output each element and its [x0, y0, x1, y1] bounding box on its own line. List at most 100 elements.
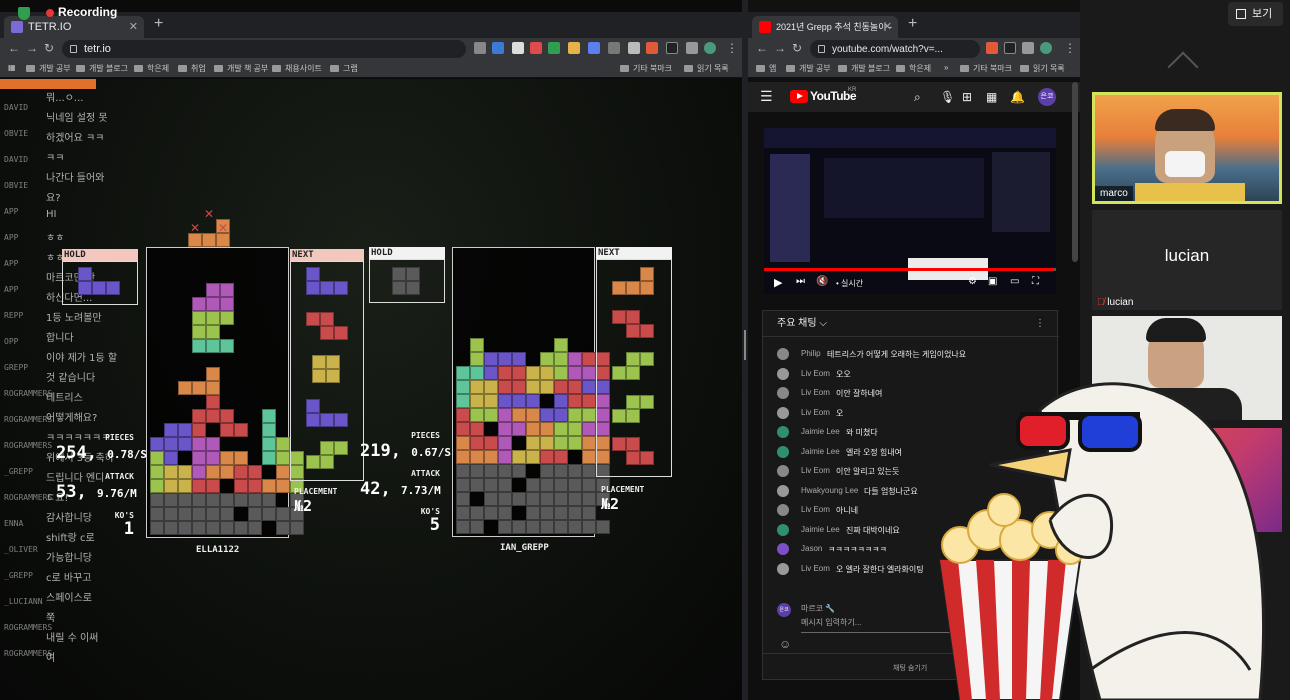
bookmark-folder[interactable]: 개발 공부 — [26, 63, 71, 74]
puzzle-icon[interactable] — [686, 42, 698, 54]
close-tab-icon[interactable]: ✕ — [883, 16, 892, 38]
bookmark-folder[interactable]: 기타 북마크 — [960, 63, 1012, 74]
scroll-up-chevron-icon[interactable] — [1167, 51, 1199, 83]
extension-icon[interactable] — [646, 42, 658, 54]
chat-avatar[interactable] — [777, 445, 789, 458]
extension-icon[interactable] — [986, 42, 998, 54]
chat-avatar[interactable] — [777, 504, 789, 516]
puzzle-icon[interactable] — [1022, 42, 1034, 54]
search-icon[interactable]: ⌕ — [914, 90, 921, 105]
new-tab-icon[interactable]: + — [908, 15, 917, 33]
chat-author[interactable]: Jason — [801, 544, 822, 553]
chat-author[interactable]: Liv Eom — [801, 505, 830, 514]
emoji-icon[interactable]: ☺ — [779, 637, 791, 651]
extension-icon[interactable] — [492, 42, 504, 54]
notifications-bell-icon[interactable]: 🔔 — [1010, 90, 1025, 104]
extension-icon[interactable] — [588, 42, 600, 54]
account-avatar[interactable]: 은코 — [1038, 88, 1056, 106]
scrollbar[interactable] — [1072, 82, 1078, 262]
chat-avatar[interactable] — [777, 562, 789, 575]
video-player[interactable]: ▶ ⏭ 🔇 • 실시간 ⚙ ▣ ▭ ⛶ — [764, 128, 1056, 294]
chat-avatar[interactable] — [777, 387, 789, 399]
chat-author[interactable]: Liv Eom — [801, 564, 830, 573]
chat-avatar[interactable] — [777, 465, 789, 477]
tab-youtube[interactable]: 2021년 Grepp 추석 친동놀이 - You ✕ — [752, 16, 898, 54]
extension-icon[interactable] — [474, 42, 486, 54]
participant-tile-lucian[interactable]: lucian 🎙̸ lucian — [1092, 210, 1282, 310]
bookmark-folder[interactable]: 채용사이트 — [272, 63, 322, 74]
extension-icon[interactable] — [666, 42, 678, 54]
forward-icon[interactable]: → — [774, 41, 786, 55]
reading-list[interactable]: 읽기 목록 — [684, 63, 729, 74]
settings-gear-icon[interactable]: ⚙ — [968, 276, 977, 287]
extension-icon[interactable] — [628, 42, 640, 54]
new-tab-icon[interactable]: + — [154, 15, 163, 33]
profile-avatar[interactable] — [704, 42, 716, 54]
view-button[interactable]: 보기 — [1228, 2, 1283, 26]
chat-avatar[interactable] — [777, 348, 789, 360]
menu-dots-icon[interactable]: ⋮ — [1064, 41, 1076, 55]
miniplayer-icon[interactable]: ▣ — [988, 276, 997, 287]
bookmark-folder[interactable]: 학은제 — [134, 63, 169, 74]
close-tab-icon[interactable]: ✕ — [129, 16, 138, 38]
bookmark-folder[interactable]: 기타 북마크 — [620, 63, 672, 74]
chat-author[interactable]: Jaimie Lee — [801, 427, 840, 436]
hide-chat-button[interactable]: 채팅 숨기기 — [893, 663, 927, 673]
fullscreen-icon[interactable]: ⛶ — [1032, 276, 1039, 287]
chat-menu-icon[interactable]: ⋮ — [1035, 311, 1045, 337]
bookmark-folder[interactable]: 개발 블로그 — [76, 63, 128, 74]
extension-icon[interactable] — [512, 42, 524, 54]
bookmark-folder[interactable]: 취업 — [178, 63, 206, 74]
chat-author[interactable]: Hwakyoung Lee — [801, 486, 858, 495]
chat-avatar[interactable] — [777, 367, 789, 380]
play-icon[interactable]: ▶ — [774, 276, 782, 289]
extension-icon[interactable] — [568, 42, 580, 54]
chat-author[interactable]: Liv Eom — [801, 369, 830, 378]
hamburger-menu-icon[interactable]: ☰ — [760, 88, 773, 105]
apps-grid-icon[interactable]: ▦ — [8, 63, 16, 72]
chat-author[interactable]: Liv Eom — [801, 408, 830, 417]
volume-muted-icon[interactable]: 🔇 — [816, 276, 828, 287]
microphone-icon[interactable]: 🎙 — [940, 90, 955, 104]
chat-author[interactable]: Jaimie Lee — [801, 447, 840, 456]
youtube-logo-icon[interactable] — [790, 90, 808, 103]
chat-avatar[interactable] — [777, 543, 789, 555]
chat-avatar[interactable] — [777, 426, 789, 438]
chat-avatar[interactable] — [777, 484, 789, 497]
bookmark-folder[interactable]: 개발 공부 — [786, 63, 831, 74]
reload-icon[interactable]: ↻ — [792, 41, 802, 55]
reload-icon[interactable]: ↻ — [44, 41, 54, 55]
next-icon[interactable]: ⏭ — [796, 276, 805, 287]
bookmark-folder[interactable]: 학은제 — [896, 63, 931, 74]
chat-author[interactable]: Jaimie Lee — [801, 525, 840, 534]
menu-dots-icon[interactable]: ⋮ — [726, 41, 738, 55]
extension-icon[interactable] — [608, 42, 620, 54]
more-bookmarks-icon[interactable]: » — [944, 63, 948, 72]
bookmark-folder[interactable]: 그랩 — [330, 63, 358, 74]
extension-icon[interactable] — [548, 42, 560, 54]
back-icon[interactable]: ← — [756, 41, 768, 55]
address-bar[interactable]: youtube.com/watch?v=... — [810, 40, 980, 58]
theater-mode-icon[interactable]: ▭ — [1010, 276, 1019, 287]
chat-author[interactable]: Liv Eom — [801, 466, 830, 475]
chat-author[interactable]: Philip — [801, 349, 821, 358]
chat-author[interactable]: Liv Eom — [801, 388, 830, 397]
live-indicator[interactable]: • 실시간 — [836, 278, 863, 289]
extension-icon[interactable] — [530, 42, 542, 54]
back-icon[interactable]: ← — [8, 41, 20, 55]
extension-icon[interactable] — [1004, 42, 1016, 54]
create-video-icon[interactable]: ⊞ — [962, 90, 972, 104]
bookmark-folder[interactable]: 개발 책 공부 — [214, 63, 268, 74]
participant-video-marco[interactable]: marco — [1092, 92, 1282, 204]
forward-icon[interactable]: → — [26, 41, 38, 55]
drag-handle[interactable] — [744, 330, 746, 360]
chat-mode-dropdown[interactable]: 주요 채팅 ⌵ — [777, 318, 827, 329]
chat-avatar[interactable] — [777, 523, 789, 536]
progress-track[interactable] — [764, 268, 1056, 271]
bookmark-folder[interactable]: 개발 블로그 — [838, 63, 890, 74]
address-bar[interactable]: tetr.io — [62, 40, 466, 58]
bookmark-folder[interactable]: 앱 — [756, 63, 776, 74]
chat-avatar[interactable] — [777, 406, 789, 419]
apps-icon[interactable]: ▦ — [986, 90, 997, 104]
profile-avatar[interactable] — [1040, 42, 1052, 54]
